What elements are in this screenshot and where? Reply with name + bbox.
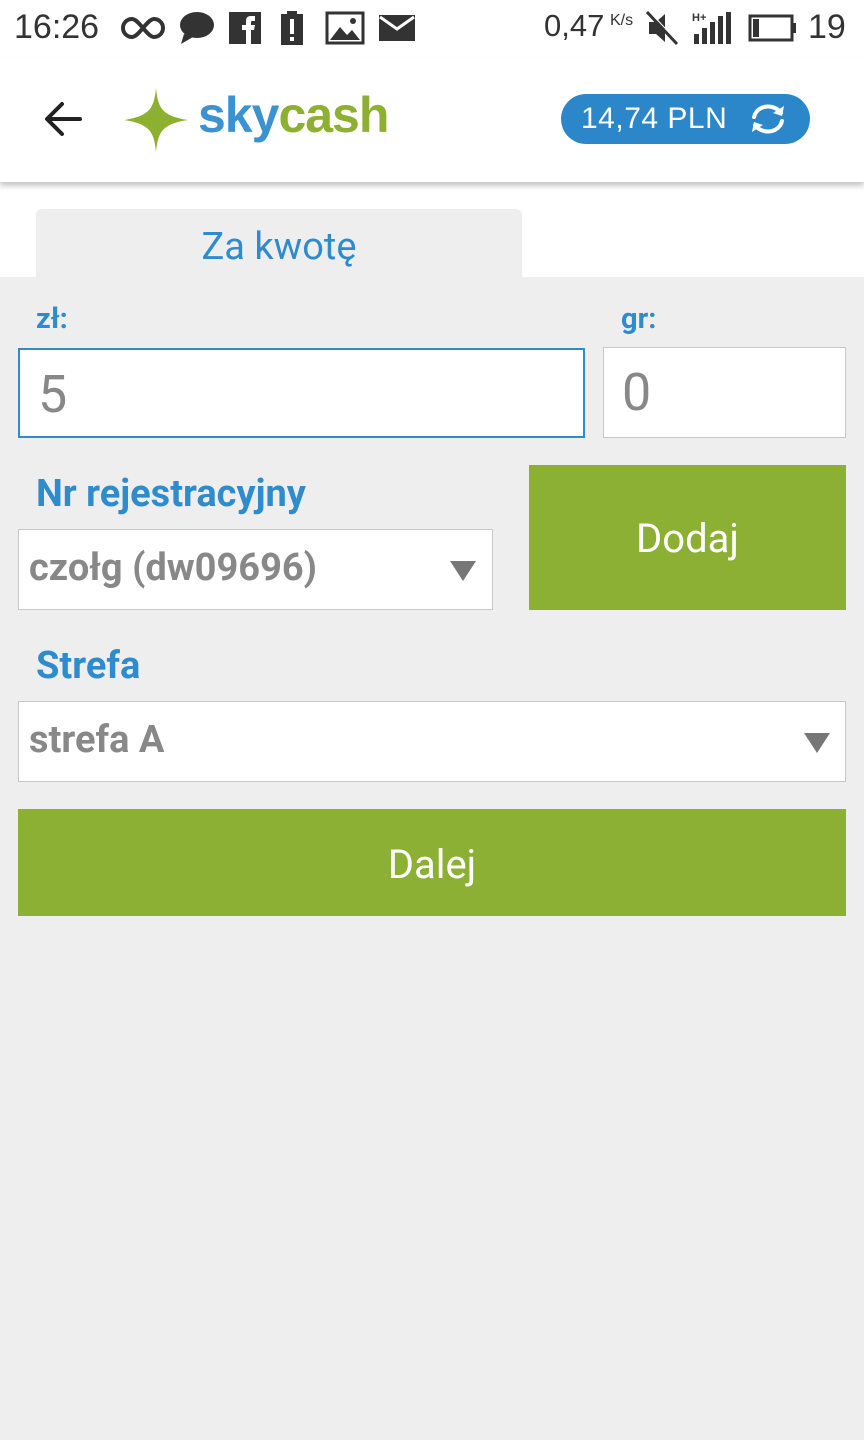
tab-za-kwote[interactable]: Za kwotę — [36, 209, 522, 279]
mail-icon — [379, 15, 415, 41]
next-button-label: Dalej — [387, 841, 477, 888]
skycash-star-icon — [124, 88, 188, 152]
net-speed-unit: K/s — [610, 12, 634, 29]
zl-label: zł: — [36, 302, 68, 336]
balance-amount: 14,74 PLN — [581, 102, 728, 135]
zl-input[interactable]: 5 — [18, 348, 585, 438]
zone-selected-value: strefa A — [29, 718, 165, 762]
net-speed: 0,47 — [544, 8, 605, 43]
gr-value: 0 — [622, 362, 652, 423]
gr-label: gr: — [621, 302, 657, 336]
infinity-icon — [120, 16, 166, 40]
alert-icon — [281, 11, 303, 45]
status-bar: 16:26 0,47 K/s H+ 19 — [0, 0, 864, 58]
zone-label: Strefa — [36, 644, 141, 688]
add-button-label: Dodaj — [636, 515, 739, 562]
image-icon — [325, 11, 365, 45]
facebook-icon — [229, 12, 261, 44]
tab-label: Za kwotę — [201, 225, 357, 269]
zl-value: 5 — [38, 364, 68, 425]
svg-text:H+: H+ — [692, 12, 706, 24]
add-button[interactable]: Dodaj — [529, 465, 846, 610]
gr-input[interactable]: 0 — [603, 347, 846, 438]
chat-bubble-icon — [180, 12, 214, 44]
signal-icon: H+ — [692, 12, 731, 44]
plate-selected-value: czołg (dw09696) — [29, 546, 318, 590]
dropdown-arrow-icon — [450, 561, 476, 581]
plate-label: Nr rejestracyjny — [36, 472, 306, 516]
status-time: 16:26 — [14, 8, 100, 46]
back-arrow-icon[interactable] — [40, 96, 86, 142]
plate-select[interactable]: czołg (dw09696) — [18, 529, 493, 610]
logo-cash-text: cash — [278, 87, 389, 143]
app-bar: skycash 14,74 PLN — [0, 58, 864, 182]
dropdown-arrow-icon — [804, 733, 830, 753]
battery-icon — [748, 14, 796, 42]
skycash-logo: skycash — [198, 86, 389, 144]
mute-icon — [645, 10, 680, 46]
zone-select[interactable]: strefa A — [18, 701, 846, 782]
refresh-icon[interactable] — [745, 101, 791, 137]
battery-level: 19 — [808, 8, 846, 46]
next-button[interactable]: Dalej — [18, 809, 846, 916]
logo-sky-text: sky — [198, 87, 279, 143]
balance-badge[interactable]: 14,74 PLN — [561, 94, 810, 144]
